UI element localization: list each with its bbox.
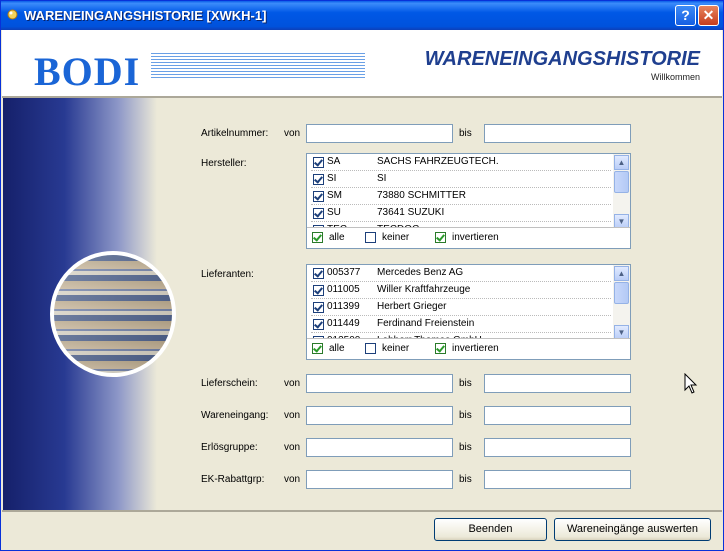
- lieferschein-von-label: von: [284, 378, 301, 389]
- erloesgruppe-bis-input[interactable]: [484, 438, 631, 457]
- app-icon: [7, 9, 18, 20]
- lieferschein-bis-input[interactable]: [484, 374, 631, 393]
- beenden-button[interactable]: Beenden: [434, 518, 547, 541]
- window-title: WARENEINGANGSHISTORIE [XWKH-1]: [24, 8, 267, 23]
- list-item[interactable]: SU 73641 SUZUKI: [311, 205, 611, 222]
- keiner-checkbox[interactable]: [365, 343, 376, 354]
- warehouse-shelves-image: [50, 251, 176, 377]
- keiner-checkbox[interactable]: [365, 232, 376, 243]
- list-item-checkbox[interactable]: [313, 157, 324, 168]
- list-item[interactable]: SI SI: [311, 171, 611, 188]
- hersteller-label: Hersteller:: [201, 158, 247, 169]
- list-item[interactable]: 011005 Willer Kraftfahrzeuge: [311, 282, 611, 299]
- ek-rabattgrp-von-label: von: [284, 474, 301, 485]
- list-item[interactable]: 011449 Ferdinand Freienstein: [311, 316, 611, 333]
- scroll-thumb[interactable]: [614, 282, 629, 304]
- auswerten-button[interactable]: Wareneingänge auswerten: [554, 518, 711, 541]
- artikelnummer-bis-label: bis: [459, 128, 472, 139]
- ek-rabattgrp-bis-input[interactable]: [484, 470, 631, 489]
- wareneingang-von-input[interactable]: [306, 406, 453, 425]
- alle-checkbox[interactable]: [312, 343, 323, 354]
- list-item-checkbox[interactable]: [313, 285, 324, 296]
- erloesgruppe-von-input[interactable]: [306, 438, 453, 457]
- hersteller-scrollbar[interactable]: ▲ ▼: [613, 154, 630, 230]
- help-button[interactable]: ?: [675, 5, 696, 26]
- scroll-thumb[interactable]: [614, 171, 629, 193]
- list-item[interactable]: 005377 Mercedes Benz AG: [311, 265, 611, 282]
- ek-rabattgrp-label: EK-Rabattgrp:: [201, 474, 265, 485]
- artikelnummer-von-label: von: [284, 128, 301, 139]
- alle-checkbox[interactable]: [312, 232, 323, 243]
- erloesgruppe-bis-label: bis: [459, 442, 472, 453]
- list-item-checkbox[interactable]: [313, 191, 324, 202]
- wareneingang-bis-input[interactable]: [484, 406, 631, 425]
- mouse-pointer-icon: [684, 373, 698, 394]
- list-item-checkbox[interactable]: [313, 319, 324, 330]
- artikelnummer-bis-input[interactable]: [484, 124, 631, 143]
- lieferanten-invertieren-option[interactable]: invertieren: [435, 342, 525, 356]
- erloesgruppe-von-label: von: [284, 442, 301, 453]
- footer-divider: [2, 510, 722, 512]
- artikelnummer-von-input[interactable]: [306, 124, 453, 143]
- lieferanten-label: Lieferanten:: [201, 269, 254, 280]
- list-item[interactable]: 011399 Herbert Grieger: [311, 299, 611, 316]
- wareneingang-von-label: von: [284, 410, 301, 421]
- invertieren-checkbox[interactable]: [435, 343, 446, 354]
- lieferschein-von-input[interactable]: [306, 374, 453, 393]
- welcome-text: Willkommen: [650, 72, 700, 82]
- logo-stripes: [151, 53, 365, 79]
- title-bar[interactable]: WARENEINGANGSHISTORIE [XWKH-1] ? ✕: [1, 1, 723, 30]
- main-window: WARENEINGANGSHISTORIE [XWKH-1] ? ✕ BODI …: [0, 0, 724, 551]
- lieferanten-alle-option[interactable]: alle: [312, 342, 352, 356]
- scroll-up-icon[interactable]: ▲: [614, 155, 629, 170]
- wareneingang-bis-label: bis: [459, 410, 472, 421]
- ek-rabattgrp-von-input[interactable]: [306, 470, 453, 489]
- hersteller-list[interactable]: SA SACHS FAHRZEUGTECH. SI SI SM 73880 SC…: [306, 153, 631, 249]
- wareneingang-label: Wareneingang:: [201, 410, 269, 421]
- lieferschein-bis-label: bis: [459, 378, 472, 389]
- lieferanten-scrollbar[interactable]: ▲ ▼: [613, 265, 630, 341]
- erloesgruppe-label: Erlösgruppe:: [201, 442, 258, 453]
- brand-logo: BODI: [34, 49, 141, 94]
- list-item-checkbox[interactable]: [313, 174, 324, 185]
- sidebar-decoration: [3, 98, 176, 511]
- hersteller-invertieren-option[interactable]: invertieren: [435, 231, 525, 245]
- list-item-checkbox[interactable]: [313, 208, 324, 219]
- ek-rabattgrp-bis-label: bis: [459, 474, 472, 485]
- list-item[interactable]: SA SACHS FAHRZEUGTECH.: [311, 154, 611, 171]
- lieferanten-options: alle keiner invertieren: [307, 338, 630, 359]
- invertieren-checkbox[interactable]: [435, 232, 446, 243]
- hersteller-alle-option[interactable]: alle: [312, 231, 352, 245]
- page-title: WARENEINGANGSHISTORIE: [424, 48, 700, 70]
- artikelnummer-label: Artikelnummer:: [201, 128, 269, 139]
- lieferanten-keiner-option[interactable]: keiner: [365, 342, 425, 356]
- list-item[interactable]: SM 73880 SCHMITTER: [311, 188, 611, 205]
- hersteller-keiner-option[interactable]: keiner: [365, 231, 425, 245]
- lieferschein-label: Lieferschein:: [201, 378, 258, 389]
- list-item-checkbox[interactable]: [313, 268, 324, 279]
- lieferanten-list[interactable]: 005377 Mercedes Benz AG 011005 Willer Kr…: [306, 264, 631, 360]
- header-banner: BODI WARENEINGANGSHISTORIE Willkommen: [2, 30, 722, 96]
- hersteller-options: alle keiner invertieren: [307, 227, 630, 248]
- close-button[interactable]: ✕: [698, 5, 719, 26]
- scroll-up-icon[interactable]: ▲: [614, 266, 629, 281]
- list-item-checkbox[interactable]: [313, 302, 324, 313]
